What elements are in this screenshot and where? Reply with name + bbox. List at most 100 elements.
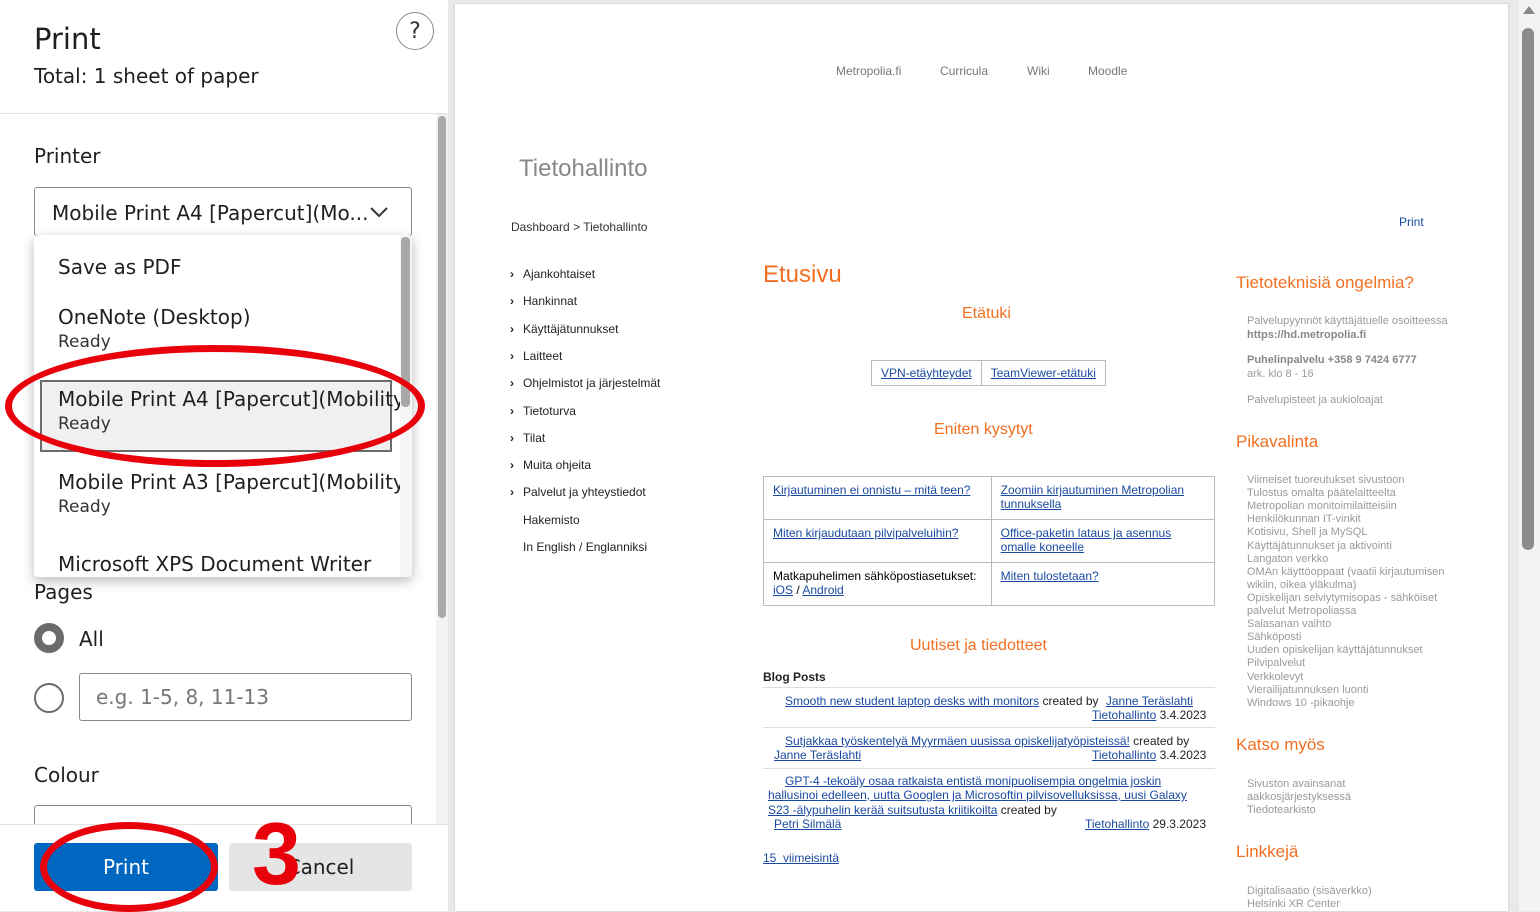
printer-option-status: Ready — [58, 332, 111, 352]
right-heading: Linkkejä — [1236, 842, 1299, 861]
printer-option-a4[interactable]: Mobile Print A4 [Papercut](Mobility) Rea… — [34, 375, 412, 447]
quick-link: palvelut Metropoliassa — [1247, 605, 1357, 617]
annotation-number-3: 3 — [252, 804, 301, 903]
breadcrumb: Dashboard > Tietohallinto — [511, 220, 647, 234]
printer-select[interactable]: Mobile Print A4 [Papercut](Mo... — [34, 187, 412, 236]
topnav-link: Wiki — [1027, 64, 1050, 78]
scroll-up-arrow-icon[interactable] — [1523, 6, 1535, 14]
quick-link: Metropolian monitoimilaitteisiin — [1247, 500, 1397, 513]
created-by-text: created by — [1000, 803, 1057, 817]
pages-range-input[interactable] — [79, 673, 412, 721]
quick-link: Sähköposti — [1247, 631, 1302, 644]
blog-post-title-line: hallusinoi edelleen, uutta Googlen ja Mi… — [768, 788, 1187, 802]
printer-option-a3[interactable]: Mobile Print A3 [Papercut](Mobility) Rea… — [34, 458, 412, 530]
news-heading: Uutiset ja tiedotteet — [910, 637, 1047, 654]
blog-author-link: Janne Teräslahti — [1105, 694, 1194, 708]
blog-post-title-line: S23 -älypuhelin kerää suitsutusta kriiti… — [768, 803, 1057, 817]
sidebar-nav-item: › Muita ohjeita — [510, 458, 591, 472]
pages-all-radio[interactable] — [34, 623, 64, 653]
chevron-right-icon: › — [510, 458, 514, 473]
sheet-total: Total: 1 sheet of paper — [34, 64, 259, 88]
chevron-down-icon — [370, 207, 388, 218]
quick-link: Opiskelijan selviytymisopas - sähköiset — [1247, 591, 1438, 604]
sidebar-nav-item: › Ohjelmistot ja järjestelmät — [510, 376, 660, 390]
settings-scrollbar-thumb[interactable] — [438, 116, 446, 618]
sidebar-nav-item: In English / Englanniksi — [510, 540, 647, 554]
sidebar-nav-label: Tietoturva — [523, 403, 576, 418]
created-by-text: created by — [1042, 694, 1099, 708]
chevron-right-icon: › — [510, 348, 514, 363]
faq-link: Zoomiin kirjautuminen Metropolian tunnuk… — [1000, 483, 1185, 511]
created-by-text: created by — [1133, 734, 1190, 748]
service-points-link: Palvelupisteet ja aukioloajat — [1247, 394, 1383, 406]
faq-link: Kirjautuminen ei onnistu – mitä teen? — [773, 483, 971, 497]
printer-option-status: Ready — [58, 497, 111, 517]
sidebar-nav-label: In English / Englanniksi — [523, 540, 648, 554]
breadcrumb-item: Tietohallinto — [583, 220, 648, 234]
printer-option-save-pdf[interactable]: Save as PDF — [34, 235, 400, 287]
blog-author-link: Janne Teräslahti — [774, 748, 862, 762]
sidebar-nav-label: Muita ohjeita — [523, 458, 592, 473]
hours-text: ark. klo 8 - 16 — [1247, 368, 1314, 380]
header-divider — [0, 113, 448, 114]
more-posts-text: 15 viimeisintä — [763, 851, 840, 865]
sidebar-nav-item: › Laitteet — [510, 349, 562, 363]
print-button[interactable]: Print — [34, 843, 218, 891]
chevron-right-icon: › — [510, 294, 514, 309]
pages-label: Pages — [34, 580, 93, 604]
faq-link: Miten tulostetaan? — [1000, 569, 1099, 583]
sidebar-nav-item: › Tilat — [510, 431, 545, 445]
blog-divider — [763, 727, 1215, 728]
etatuki-heading: Etätuki — [962, 305, 1011, 322]
quick-link: Verkkolevyt — [1247, 670, 1304, 683]
faq-text: Matkapuhelimen sähköpostiasetukset: — [773, 569, 977, 583]
quick-link: Pilvipalvelut — [1247, 657, 1306, 670]
print-preview-page: Metropolia.fi Curricula Wiki Moodle Tiet… — [455, 4, 1508, 911]
pages-custom-radio[interactable] — [34, 683, 64, 713]
blog-post-meta: Tietohallinto 29.3.2023 — [1085, 817, 1206, 831]
sidebar-nav-label: Käyttäjätunnukset — [523, 321, 619, 336]
faq-slash: / — [793, 583, 803, 597]
chevron-right-icon: › — [510, 430, 514, 445]
quick-link: Henkilökunnan IT-vinkit — [1247, 513, 1361, 526]
see-also-link: aakkosjärjestyksessä — [1247, 791, 1351, 803]
blog-post-link: Smooth new student laptop desks with mon… — [785, 694, 1040, 708]
chevron-right-icon: › — [510, 267, 514, 281]
chevron-right-icon: › — [510, 485, 514, 500]
teamviewer-link: TeamViewer-etätuki — [990, 366, 1096, 380]
dialog-title: Print — [34, 22, 101, 56]
colour-label: Colour — [34, 763, 99, 787]
preview-scrollbar-thumb[interactable] — [1522, 28, 1534, 550]
external-link: Helsinki XR Center — [1247, 898, 1340, 910]
page-title: Etusivu — [763, 261, 842, 288]
blog-author-link: Petri Silmälä — [774, 817, 842, 831]
print-dialog: Print Total: 1 sheet of paper ? Printer … — [0, 0, 448, 911]
breadcrumb-separator: > — [573, 220, 581, 234]
vpn-link: VPN-etäyhteydet — [881, 366, 972, 380]
blog-space-link: Tietohallinto — [1085, 817, 1150, 831]
see-also-link: Sivuston avainsanat — [1247, 778, 1346, 790]
help-icon[interactable]: ? — [396, 12, 434, 50]
sidebar-nav-label: Laitteet — [523, 348, 563, 363]
quick-link: Langaton verkko — [1247, 552, 1329, 565]
quick-link: Käyttäjätunnukset ja aktivointi — [1247, 539, 1392, 552]
topnav-link: Metropolia.fi — [836, 64, 902, 78]
phone-text: Puhelinpalvelu +358 9 7424 6777 — [1247, 354, 1417, 366]
printer-dropdown-list: Save as PDF OneNote (Desktop) Ready Mobi… — [34, 235, 412, 577]
printer-option-status: Ready — [58, 414, 111, 434]
printer-option-name: Mobile Print A3 [Papercut](Mobility) — [58, 470, 412, 494]
printer-option-onenote[interactable]: OneNote (Desktop) Ready — [34, 293, 400, 363]
site-title: Tietohallinto — [519, 155, 648, 182]
printer-option-xps[interactable]: Microsoft XPS Document Writer — [34, 540, 400, 577]
faq-link: Miten kirjaudutaan pilvipalveluihin? — [773, 526, 959, 540]
sidebar-nav-item: › Tietoturva — [510, 404, 576, 418]
help-url: https://hd.metropolia.fi — [1247, 329, 1367, 341]
blog-post-title-line: Sutjakkaa työskentelyä Myyrmäen uusissa … — [785, 734, 1189, 748]
chevron-right-icon: › — [510, 403, 514, 418]
faq-table: Kirjautuminen ei onnistu – mitä teen? Zo… — [763, 476, 1216, 606]
blog-date: 3.4.2023 — [1159, 748, 1207, 762]
sidebar-nav-item: › Ajankohtaiset — [510, 267, 595, 281]
external-link: Digitalisaatio (sisäverkko) — [1247, 885, 1372, 897]
dropdown-scrollbar-thumb[interactable] — [401, 237, 410, 407]
right-heading: Tietoteknisiä ongelmia? — [1236, 273, 1414, 292]
